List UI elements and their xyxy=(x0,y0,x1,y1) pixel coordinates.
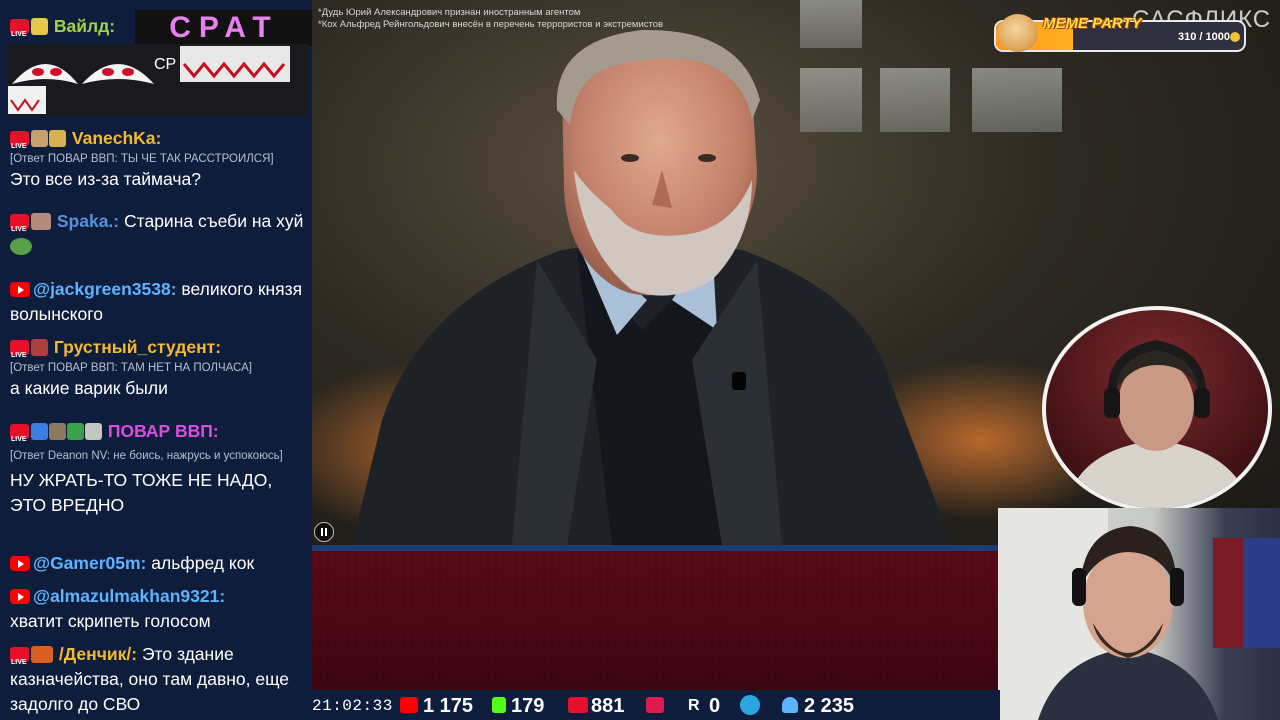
user-badge-icon xyxy=(31,130,48,147)
chat-message: @Gamer05m: альфред кок xyxy=(10,551,308,576)
live-platform-icon xyxy=(10,19,29,47)
chat-reply-quote: [Ответ ПОВАР ВВП: ТАМ НЕТ НА ПОЛЧАСА] xyxy=(10,362,252,374)
viewers-icon xyxy=(782,697,798,713)
chat-username[interactable]: VanechKa: xyxy=(72,128,161,148)
chat-username[interactable]: Spaka.: xyxy=(57,211,119,231)
rutube-icon xyxy=(646,697,664,713)
streamer-webcam xyxy=(998,508,1280,720)
telegram-icon xyxy=(740,695,760,715)
rumble-icon: R xyxy=(688,697,700,714)
live-viewers: 881 xyxy=(591,695,625,717)
chat-message: /Денчик/: Это здание казначейства, оно т… xyxy=(10,642,308,717)
chat-panel[interactable]: Вайлд: СРАТ СР VanechKa: [Ответ ПОВАР ВВ… xyxy=(0,0,312,720)
chat-message: @jackgreen3538: великого князя волынског… xyxy=(10,277,308,327)
guest-webcam xyxy=(1042,306,1272,512)
youtube-platform-icon xyxy=(10,556,30,571)
live-icon xyxy=(568,697,588,713)
doge-icon xyxy=(998,14,1038,52)
chat-message: ПОВАР ВВП: [Ответ Deanon NV: не боись, н… xyxy=(10,419,308,518)
user-badge-icon xyxy=(31,18,48,35)
user-badge-icon xyxy=(31,646,53,663)
total-viewers: 2 235 xyxy=(804,695,855,717)
youtube-viewers: 1 175 xyxy=(423,695,474,717)
rumble-viewers: 0 xyxy=(709,695,721,717)
user-badge-icon xyxy=(31,423,48,440)
disclaimer-text: *Кох Альфред Рейнгольдович внесён в пере… xyxy=(318,19,664,30)
live-platform-icon xyxy=(10,214,29,242)
live-platform-icon xyxy=(10,647,29,675)
user-badge-icon xyxy=(31,213,51,230)
chat-username[interactable]: @jackgreen3538: xyxy=(33,279,177,299)
chat-username[interactable]: @Gamer05m: xyxy=(33,553,146,573)
chat-message-text: НУ ЖРАТЬ-ТО ТОЖЕ НЕ НАДО, ЭТО ВРЕДНО xyxy=(10,470,273,515)
chat-message-text: СР xyxy=(154,56,177,73)
pause-button[interactable] xyxy=(314,522,334,542)
stream-stats-bar: 21:02:33 1 175 179 881 R 0 2 235 xyxy=(312,690,1000,720)
chat-username[interactable]: ПОВАР ВВП: xyxy=(108,421,219,441)
kick-viewers: 179 xyxy=(511,695,545,717)
user-badge-icon xyxy=(49,423,66,440)
chat-username[interactable]: Вайлд: xyxy=(54,16,115,36)
chat-username[interactable]: /Денчик/: xyxy=(59,644,137,664)
chat-message-text: Старина съеби на хуй xyxy=(124,211,304,231)
coin-icon xyxy=(1230,32,1240,42)
chat-username[interactable]: @almazulmakhan9321: xyxy=(33,586,225,606)
user-badge-icon xyxy=(67,423,84,440)
user-badge-icon xyxy=(49,130,66,147)
chat-message-text: Это все из-за таймача? xyxy=(10,169,201,189)
chat-message-text: а какие варик были xyxy=(10,378,168,398)
chat-message-text: альфред кок xyxy=(151,553,255,573)
chat-reply-quote: [Ответ Deanon NV: не боись, нажрусь и ус… xyxy=(10,450,283,462)
chat-message: Spaka.: Старина съеби на хуй xyxy=(10,209,308,259)
youtube-platform-icon xyxy=(10,282,30,297)
lower-banner-panel xyxy=(312,545,1000,690)
srat-emote: СРАТ xyxy=(135,10,312,46)
guest-figure xyxy=(1066,340,1251,508)
chat-message: Грустный_студент: [Ответ ПОВАР ВВП: ТАМ … xyxy=(10,335,308,401)
meme-party-title: MEME PARTY xyxy=(1043,15,1142,32)
chat-message-text: хватит скрипеть голосом xyxy=(10,611,211,631)
chat-message: VanechKa: [Ответ ПОВАР ВВП: ТЫ ЧЕ ТАК РА… xyxy=(10,126,308,192)
chat-message: @almazulmakhan9321: хватит скрипеть голо… xyxy=(10,584,308,634)
live-platform-icon xyxy=(10,131,29,159)
chat-reply-quote: [Ответ ПОВАР ВВП: ТЫ ЧЕ ТАК РАССТРОИЛСЯ] xyxy=(10,153,274,165)
youtube-icon xyxy=(400,697,418,713)
stream-clock: 21:02:33 xyxy=(312,697,393,715)
live-platform-icon xyxy=(10,424,29,452)
streamer-figure xyxy=(998,508,1280,720)
kick-icon xyxy=(492,697,506,713)
youtube-platform-icon xyxy=(10,589,30,604)
live-platform-icon xyxy=(10,340,29,368)
meme-party-count: 310 / 1000 xyxy=(1178,31,1230,43)
user-badge-icon xyxy=(31,339,48,356)
chat-username[interactable]: Грустный_студент: xyxy=(54,337,221,357)
user-badge-icon xyxy=(85,423,102,440)
disclaimer-text: *Дудь Юрий Александрович признан иностра… xyxy=(318,7,581,18)
